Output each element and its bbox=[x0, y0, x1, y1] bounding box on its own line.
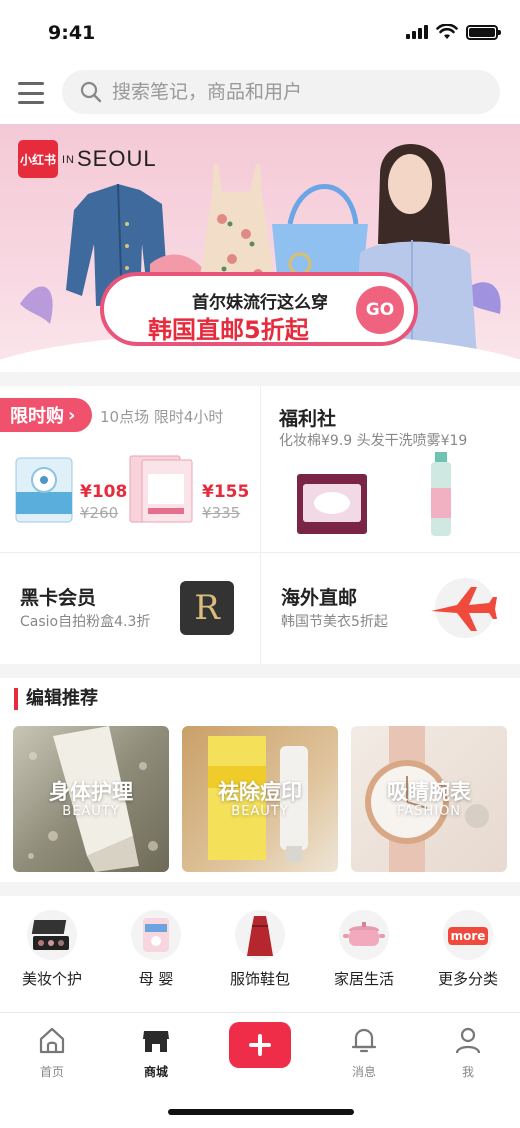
tab-messages[interactable]: 消息 bbox=[324, 1025, 404, 1080]
more-badge: more bbox=[448, 927, 488, 945]
editor-picks-title: 编辑推荐 bbox=[14, 688, 98, 710]
dry-shampoo-spray-image bbox=[431, 452, 451, 536]
user-profile-icon bbox=[455, 1027, 481, 1054]
baby-diaper-icon bbox=[131, 910, 181, 960]
flash-sale-label: 限时购 bbox=[10, 406, 64, 427]
category-label: 母 婴 bbox=[138, 970, 174, 988]
tab-me-label: 我 bbox=[461, 1065, 474, 1079]
black-card-subtitle: Casio自拍粉盒4.3折 bbox=[20, 614, 151, 630]
promo-grid: 限时购 › 10点场 限时4小时 ¥108 ¥260 ¥155 ¥335 福利社 … bbox=[0, 386, 520, 664]
promo-banner[interactable]: 小红书 INSEOUL 首尔妹流行这么穿 韩国直邮5折起 GO bbox=[0, 124, 520, 372]
black-card-cell[interactable]: 黑卡会员 Casio自拍粉盒4.3折 R bbox=[0, 553, 260, 664]
section-divider bbox=[0, 882, 520, 896]
status-icons bbox=[406, 24, 501, 40]
cellular-signal-icon bbox=[406, 25, 428, 39]
black-card-badge: R bbox=[180, 581, 234, 635]
home-indicator bbox=[168, 1109, 354, 1115]
editor-card-subtitle: FASHION bbox=[397, 804, 461, 819]
category-label: 美妆个护 bbox=[21, 970, 82, 988]
tab-mall-label: 商城 bbox=[143, 1065, 168, 1079]
plus-icon bbox=[249, 1034, 271, 1056]
overseas-subtitle: 韩国节美衣5折起 bbox=[281, 614, 388, 630]
flash-item-2-original-price: ¥335 bbox=[202, 504, 241, 522]
brand-in: IN bbox=[62, 154, 75, 167]
brand-city: SEOUL bbox=[77, 146, 157, 171]
welfare-subtitle: 化妆棉¥9.9 头发干洗喷雾¥19 bbox=[279, 433, 468, 449]
section-divider bbox=[0, 664, 520, 678]
makeup-palette-icon bbox=[27, 910, 77, 960]
category-more[interactable]: more 更多分类 bbox=[416, 910, 520, 989]
tab-home-label: 首页 bbox=[39, 1065, 64, 1079]
brand-location: INSEOUL bbox=[62, 146, 157, 172]
editor-card-acne-marks[interactable]: 祛除痘印 BEAUTY bbox=[182, 726, 338, 872]
search-icon bbox=[80, 81, 102, 103]
tab-mall[interactable]: 商城 bbox=[116, 1025, 196, 1080]
dress-icon bbox=[235, 910, 285, 960]
editor-card-subtitle: BEAUTY bbox=[62, 804, 120, 819]
store-icon bbox=[143, 1031, 169, 1052]
black-card-title: 黑卡会员 bbox=[20, 587, 97, 609]
editor-card-subtitle: BEAUTY bbox=[231, 804, 289, 819]
editor-card-title: 祛除痘印 bbox=[218, 780, 302, 804]
flash-sale-subtitle: 10点场 限时4小时 bbox=[100, 408, 224, 426]
category-baby[interactable]: 母 婴 bbox=[104, 910, 208, 989]
status-bar: 9:41 bbox=[0, 0, 520, 64]
cotton-pad-box-image bbox=[297, 474, 367, 534]
more-icon: more bbox=[443, 910, 493, 960]
cotton-pad-product-image bbox=[15, 457, 73, 523]
tab-me[interactable]: 我 bbox=[428, 1025, 508, 1080]
wifi-icon bbox=[436, 24, 458, 39]
banner-offer: 韩国直邮5折起 bbox=[148, 316, 309, 344]
flash-sale-tag: 限时购 › bbox=[0, 398, 92, 432]
search-input[interactable] bbox=[112, 81, 472, 103]
flash-item-1-price: ¥108 bbox=[80, 482, 128, 502]
tab-home[interactable]: 首页 bbox=[12, 1025, 92, 1080]
search-box[interactable] bbox=[62, 70, 500, 114]
category-makeup[interactable]: 美妆个护 bbox=[0, 910, 104, 989]
category-apparel[interactable]: 服饰鞋包 bbox=[208, 910, 312, 989]
overseas-title: 海外直邮 bbox=[281, 587, 358, 609]
category-home[interactable]: 家居生活 bbox=[312, 910, 416, 989]
category-row: 美妆个护 母 婴 服饰鞋包 家居生活 more 更多分类 bbox=[0, 898, 520, 998]
facial-mask-product-image bbox=[129, 455, 193, 523]
category-label: 服饰鞋包 bbox=[229, 970, 290, 988]
banner-cta[interactable]: 首尔妹流行这么穿 韩国直邮5折起 GO bbox=[100, 272, 418, 346]
brand-logo: 小红书 bbox=[18, 140, 58, 178]
section-divider bbox=[0, 372, 520, 386]
editor-card-title: 吸睛腕表 bbox=[387, 780, 471, 804]
flash-item-1-original-price: ¥260 bbox=[80, 504, 119, 522]
welfare-cell[interactable]: 福利社 化妆棉¥9.9 头发干洗喷雾¥19 bbox=[261, 386, 520, 552]
go-button[interactable]: GO bbox=[356, 286, 404, 334]
chevron-right-icon: › bbox=[68, 404, 76, 426]
bell-icon bbox=[351, 1028, 377, 1053]
overseas-cell[interactable]: 海外直邮 韩国节美衣5折起 bbox=[261, 553, 520, 664]
add-post-button[interactable] bbox=[229, 1022, 291, 1068]
battery-icon bbox=[466, 24, 501, 40]
bottom-tab-bar: 首页 商城 消息 我 bbox=[0, 1012, 520, 1128]
home-icon bbox=[39, 1027, 65, 1054]
search-row bbox=[0, 70, 520, 116]
editor-card-body-care[interactable]: 身体护理 BEAUTY bbox=[13, 726, 169, 872]
flash-sale-cell[interactable]: 限时购 › 10点场 限时4小时 ¥108 ¥260 ¥155 ¥335 bbox=[0, 386, 260, 552]
menu-icon[interactable] bbox=[18, 82, 44, 104]
editor-card-watches[interactable]: 吸睛腕表 FASHION bbox=[351, 726, 507, 872]
status-time: 9:41 bbox=[48, 22, 96, 44]
category-label: 更多分类 bbox=[437, 970, 498, 988]
airplane-icon bbox=[431, 578, 497, 638]
tab-messages-label: 消息 bbox=[351, 1065, 376, 1079]
flash-item-2-price: ¥155 bbox=[202, 482, 250, 502]
category-label: 家居生活 bbox=[333, 970, 394, 988]
welfare-title: 福利社 bbox=[279, 408, 337, 430]
editor-card-title: 身体护理 bbox=[49, 780, 133, 804]
cookware-pot-icon bbox=[339, 910, 389, 960]
